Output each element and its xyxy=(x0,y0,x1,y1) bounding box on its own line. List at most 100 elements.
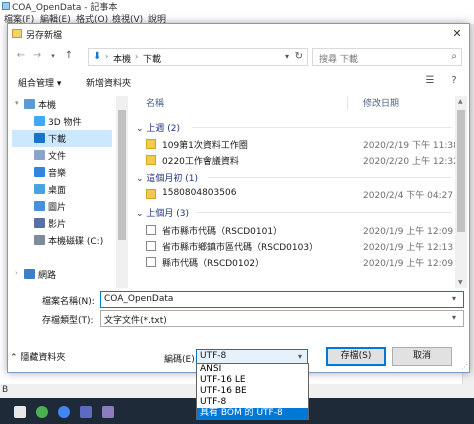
cancel-button[interactable]: 取消 xyxy=(392,347,452,366)
nav-item-label: 音樂 xyxy=(48,169,67,179)
search-placeholder: 搜尋 下載 xyxy=(319,55,358,65)
scrollbar-thumb[interactable] xyxy=(457,110,465,232)
column-header-name[interactable]: 名稱 xyxy=(146,96,164,109)
taskbar-app-icon[interactable] xyxy=(102,406,114,418)
filename-input[interactable]: COA_OpenData xyxy=(100,291,464,308)
new-folder-button[interactable]: 新增資料夾 xyxy=(86,76,131,89)
nav-item-downloads[interactable]: 下載 xyxy=(12,130,112,147)
file-row[interactable]: 省市縣市鄉鎮市區代碼（RSCD0103） 2020/1/9 上午 12:13 xyxy=(132,238,453,254)
nav-item-network[interactable]: › 網路 xyxy=(12,266,112,283)
desktop-icon xyxy=(34,184,45,194)
file-list-scrollbar[interactable]: ▲ ▼ xyxy=(455,96,467,288)
chevron-down-icon[interactable]: ▾ xyxy=(452,313,456,322)
chevron-down-icon[interactable]: ▾ xyxy=(15,99,19,107)
nav-item-documents[interactable]: 文件 xyxy=(12,147,112,164)
encoding-dropdown-list: ANSI UTF-16 LE UTF-16 BE UTF-8 具有 BOM 的 … xyxy=(196,363,309,420)
group-divider xyxy=(208,177,452,178)
chevron-down-icon[interactable]: ▾ xyxy=(285,52,289,61)
column-divider[interactable] xyxy=(347,96,348,110)
breadcrumb-this-pc[interactable]: 本機 xyxy=(113,52,131,65)
scrollbar-thumb[interactable] xyxy=(118,110,126,240)
group-header-earlier-this-month[interactable]: ⌄ 這個月初 (1) xyxy=(136,171,198,184)
taskbar-browser-icon[interactable] xyxy=(58,406,70,418)
dialog-titlebar[interactable]: 另存新檔 ✕ xyxy=(8,24,469,44)
download-icon xyxy=(34,133,45,143)
network-icon xyxy=(24,269,35,279)
file-name: 1580804803506 xyxy=(162,188,237,198)
chevron-down-icon[interactable]: ▾ xyxy=(46,48,60,64)
chevron-down-icon[interactable]: ▼ xyxy=(458,279,463,286)
filename-label: 檔案名稱(N): xyxy=(42,297,95,307)
hide-folders-button[interactable]: ⌃ 隱藏資料夾 xyxy=(10,350,65,363)
chevron-up-icon[interactable]: ▲ xyxy=(458,98,463,105)
nav-item-3d-objects[interactable]: 3D 物件 xyxy=(12,113,112,130)
file-name: 省市縣市代碼（RSCD0101） xyxy=(162,227,283,237)
filetype-label: 存檔類型(T): xyxy=(42,316,94,326)
file-row[interactable]: 109第1次資料工作圈 2020/2/19 下午 11:38 xyxy=(132,136,459,152)
file-date: 2020/1/9 上午 12:09 xyxy=(363,259,454,269)
file-date: 2020/2/20 上午 12:32 xyxy=(363,157,459,167)
taskbar-chat-icon[interactable] xyxy=(36,406,48,418)
file-date: 2020/2/19 下午 11:38 xyxy=(363,141,459,151)
nav-item-videos[interactable]: 影片 xyxy=(12,215,112,232)
file-row[interactable]: 省市縣市代碼（RSCD0101） 2020/1/9 上午 12:09 xyxy=(132,222,454,238)
close-button[interactable]: ✕ xyxy=(449,26,465,42)
refresh-icon[interactable]: ↻ xyxy=(295,51,303,62)
group-header-last-week[interactable]: ⌄ 上週 (2) xyxy=(136,121,180,134)
chevron-down-icon[interactable]: ▾ xyxy=(452,294,456,303)
forward-arrow-icon[interactable]: → xyxy=(30,48,44,64)
view-options-icon[interactable]: ☰ xyxy=(422,75,438,89)
group-header-last-month[interactable]: ⌄ 上個月 (3) xyxy=(136,206,189,219)
group-divider xyxy=(196,212,452,213)
column-header-modified[interactable]: 修改日期 xyxy=(363,96,399,109)
resize-grip-icon[interactable]: ⋰ xyxy=(461,363,468,371)
nav-item-music[interactable]: 音樂 xyxy=(12,164,112,181)
address-bar[interactable]: ⬇ › 本機 › 下載 ▾ ↻ xyxy=(88,48,308,66)
taskbar-app-icon[interactable] xyxy=(14,406,26,418)
encoding-label: 編碼(E): xyxy=(164,355,198,365)
text-file-icon xyxy=(146,225,156,235)
toolbar: 組合管理 ▾ 新增資料夾 ☰ ? xyxy=(8,72,469,92)
filetype-select[interactable]: 文字文件(*.txt) xyxy=(100,310,464,327)
encoding-option-utf16be[interactable]: UTF-16 BE xyxy=(197,386,308,397)
breadcrumb-downloads[interactable]: 下載 xyxy=(143,52,161,65)
file-row[interactable]: 0220工作會議資料 2020/2/20 上午 12:32 xyxy=(132,152,459,168)
breadcrumb-separator: › xyxy=(135,52,139,61)
video-icon xyxy=(34,218,45,228)
drive-icon xyxy=(34,235,45,245)
file-row[interactable]: 1580804803506 2020/2/4 下午 04:27 xyxy=(132,186,453,202)
chevron-right-icon[interactable]: › xyxy=(15,269,18,277)
encoding-option-utf16le[interactable]: UTF-16 LE xyxy=(197,375,308,386)
navigation-bar: ← → ▾ ↑ ⬇ › 本機 › 下載 ▾ ↻ 搜尋 下載 ⌕ xyxy=(8,46,469,68)
up-arrow-icon[interactable]: ↑ xyxy=(62,48,76,64)
nav-item-pictures[interactable]: 圖片 xyxy=(12,198,112,215)
help-icon[interactable]: ? xyxy=(446,75,462,89)
search-box[interactable]: 搜尋 下載 ⌕ xyxy=(312,48,462,66)
taskbar-app-icon[interactable] xyxy=(80,406,92,418)
save-button[interactable]: 存檔(S) xyxy=(326,347,386,366)
encoding-option-utf8[interactable]: UTF-8 xyxy=(197,397,308,408)
chevron-down-icon[interactable]: ▾ xyxy=(298,352,302,361)
folder-icon xyxy=(146,189,156,199)
file-name: 0220工作會議資料 xyxy=(162,157,239,167)
organize-button[interactable]: 組合管理 ▾ xyxy=(18,76,61,89)
file-name: 109第1次資料工作圈 xyxy=(162,141,248,151)
nav-item-desktop[interactable]: 桌面 xyxy=(12,181,112,198)
file-list: 名稱 修改日期 ⌄ 上週 (2) 109第1次資料工作圈 2020/2/19 下… xyxy=(132,96,467,288)
group-label: 這個月初 (1) xyxy=(146,174,199,184)
back-arrow-icon[interactable]: ← xyxy=(14,48,28,64)
encoding-option-ansi[interactable]: ANSI xyxy=(197,364,308,375)
save-as-dialog: 另存新檔 ✕ ← → ▾ ↑ ⬇ › 本機 › 下載 ▾ ↻ 搜尋 下載 ⌕ 組… xyxy=(7,23,470,373)
notepad-icon xyxy=(2,2,10,10)
cube-icon xyxy=(34,116,45,126)
nav-item-this-pc[interactable]: ▾ 本機 xyxy=(12,96,112,113)
download-arrow-icon: ⬇ xyxy=(93,51,102,62)
file-date: 2020/1/9 上午 12:09 xyxy=(363,227,454,237)
nav-pane-scrollbar[interactable] xyxy=(116,96,128,288)
encoding-option-utf8-bom[interactable]: 具有 BOM 的 UTF-8 xyxy=(197,408,308,419)
nav-item-local-disk[interactable]: 本機磁碟 (C:) xyxy=(12,232,112,249)
file-row[interactable]: 縣市代碼（RSCD0102） 2020/1/9 上午 12:09 xyxy=(132,254,454,270)
chevron-down-icon: ⌄ xyxy=(136,124,147,134)
nav-item-label: 本機 xyxy=(38,101,57,111)
nav-item-label: 下載 xyxy=(48,135,67,145)
